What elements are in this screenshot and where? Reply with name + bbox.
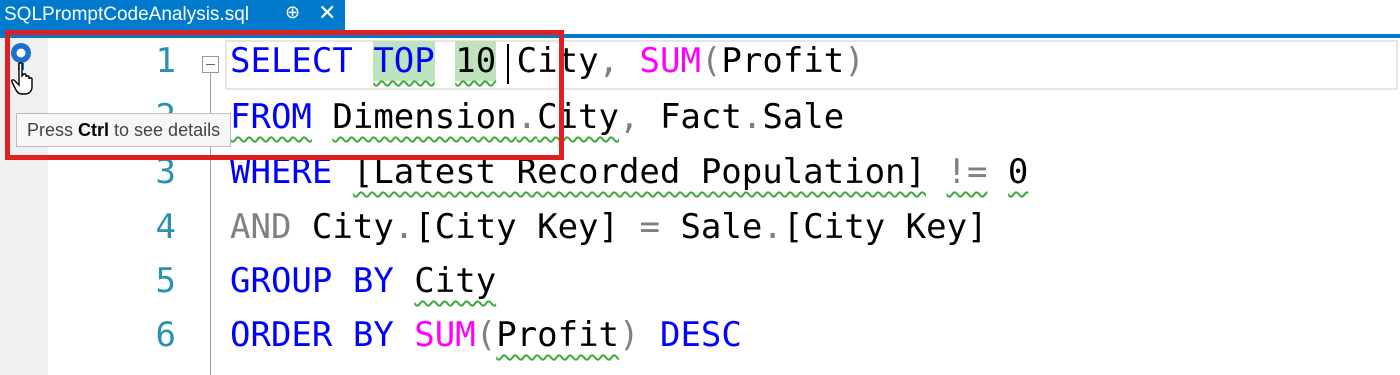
punctuation: ( <box>476 315 496 355</box>
identifier: City <box>312 207 394 247</box>
identifier: Profit <box>721 41 844 81</box>
line-number: 5 <box>100 258 176 314</box>
punctuation: ) <box>844 41 864 81</box>
identifier: Sale <box>762 97 844 137</box>
punctuation: ( <box>701 41 721 81</box>
punctuation: . <box>394 207 414 247</box>
keyword: GROUP <box>230 261 332 301</box>
highlight-annotation-box <box>5 30 564 160</box>
pin-icon[interactable]: ⊕ <box>285 2 300 23</box>
close-icon[interactable]: ✕ <box>318 0 336 26</box>
identifier: City <box>414 261 496 301</box>
code-line-6: ORDER BY SUM(Profit) DESC <box>230 312 742 368</box>
identifier: Sale <box>680 207 762 247</box>
document-tab-strip: SQLPromptCodeAnalysis.sql ⊕ ✕ <box>0 0 1400 34</box>
code-line-5: GROUP BY City <box>230 258 496 314</box>
keyword: DESC <box>660 315 742 355</box>
punctuation: ) <box>619 315 639 355</box>
identifier: [City Key] <box>414 207 619 247</box>
code-line-4: AND City.[City Key] = Sale.[City Key] <box>230 204 988 260</box>
keyword: AND <box>230 207 291 247</box>
keyword: BY <box>353 315 394 355</box>
operator: = <box>639 207 659 247</box>
operator: != <box>946 152 987 192</box>
punctuation: , <box>599 41 619 81</box>
literal: 0 <box>1008 152 1028 192</box>
identifier: Profit <box>496 315 619 355</box>
punctuation: . <box>762 207 782 247</box>
tab-filename: SQLPromptCodeAnalysis.sql <box>4 4 249 26</box>
line-number: 4 <box>100 204 176 260</box>
function: SUM <box>640 41 701 81</box>
keyword: ORDER <box>230 315 332 355</box>
document-tab[interactable]: SQLPromptCodeAnalysis.sql ⊕ ✕ <box>0 0 345 34</box>
keyword: BY <box>353 261 394 301</box>
punctuation: . <box>742 97 762 137</box>
line-number: 6 <box>100 312 176 368</box>
identifier: [City Key] <box>783 207 988 247</box>
identifier: Fact <box>660 97 742 137</box>
punctuation: , <box>619 97 639 137</box>
function: SUM <box>414 315 475 355</box>
